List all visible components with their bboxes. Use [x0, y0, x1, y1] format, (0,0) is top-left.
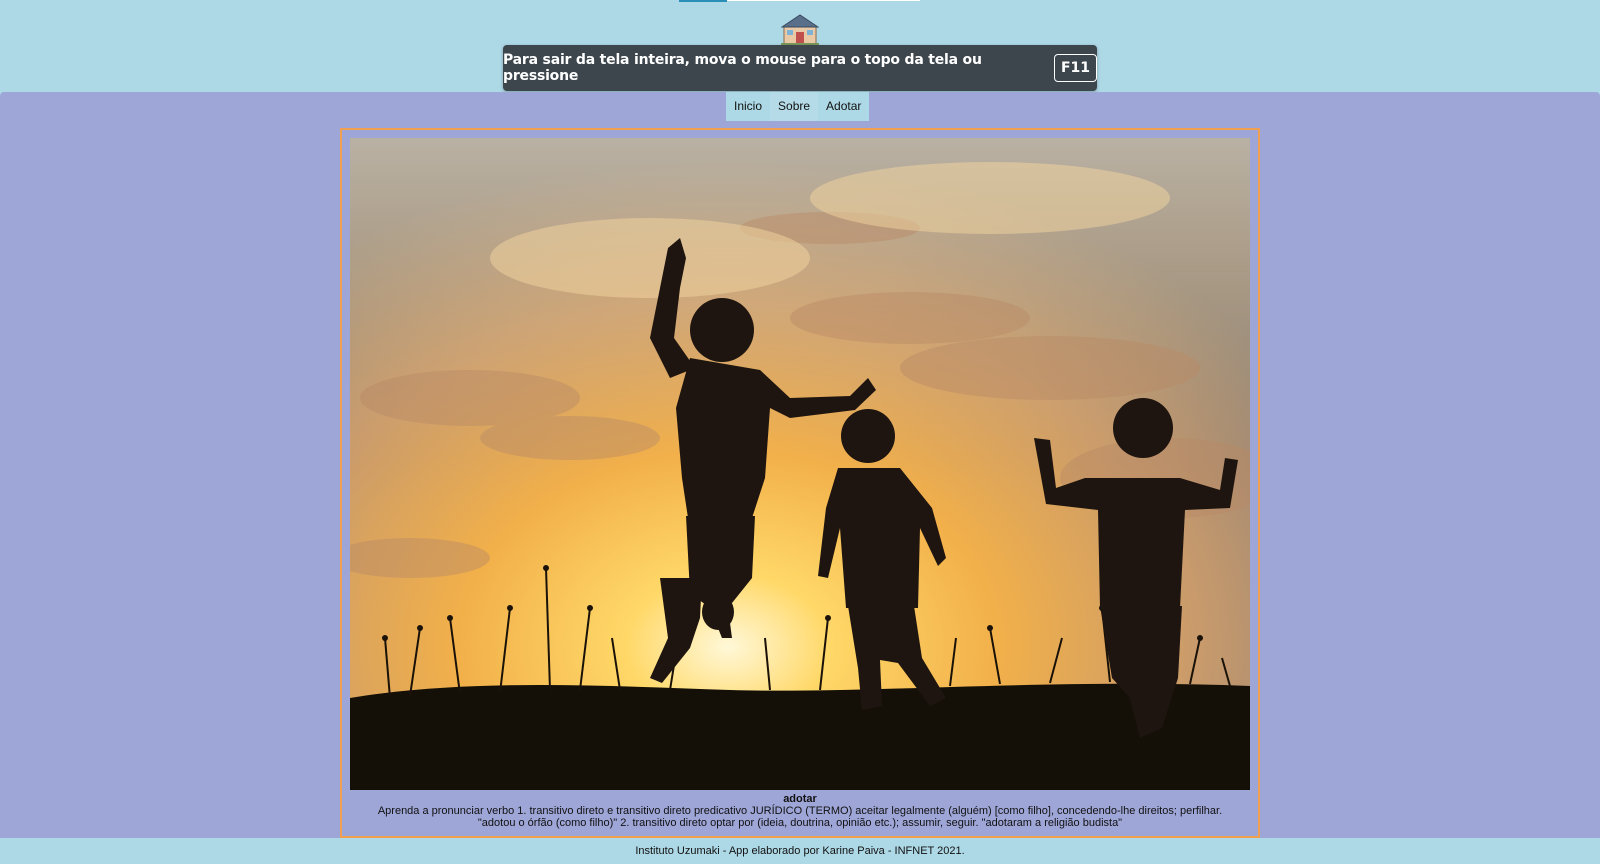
top-tab-line	[727, 0, 920, 1]
nav-item-adotar[interactable]: Adotar	[818, 92, 869, 121]
fullscreen-notice-text: Para sair da tela inteira, mova o mouse …	[503, 52, 982, 84]
caption-title: adotar	[783, 793, 817, 805]
main-content: Inicio Sobre Adotar adotar Aprenda a pro…	[0, 92, 1600, 838]
fullscreen-notice: Para sair da tela inteira, mova o mouse …	[503, 45, 1097, 91]
footer: Instituto Uzumaki - App elaborado por Ka…	[0, 838, 1600, 864]
f11-key-badge: F11	[1053, 54, 1097, 82]
nav-bar: Inicio Sobre Adotar	[726, 92, 870, 121]
children-silhouette-sunset-image	[350, 138, 1250, 790]
content-frame: adotar Aprenda a pronunciar verbo 1. tra…	[340, 128, 1260, 838]
caption-text: Aprenda a pronunciar verbo 1. transitivo…	[377, 805, 1223, 829]
house-icon	[780, 14, 820, 46]
nav-item-sobre[interactable]: Sobre	[770, 92, 819, 121]
top-tab-indicator	[679, 0, 727, 2]
nav-item-inicio[interactable]: Inicio	[726, 92, 770, 121]
